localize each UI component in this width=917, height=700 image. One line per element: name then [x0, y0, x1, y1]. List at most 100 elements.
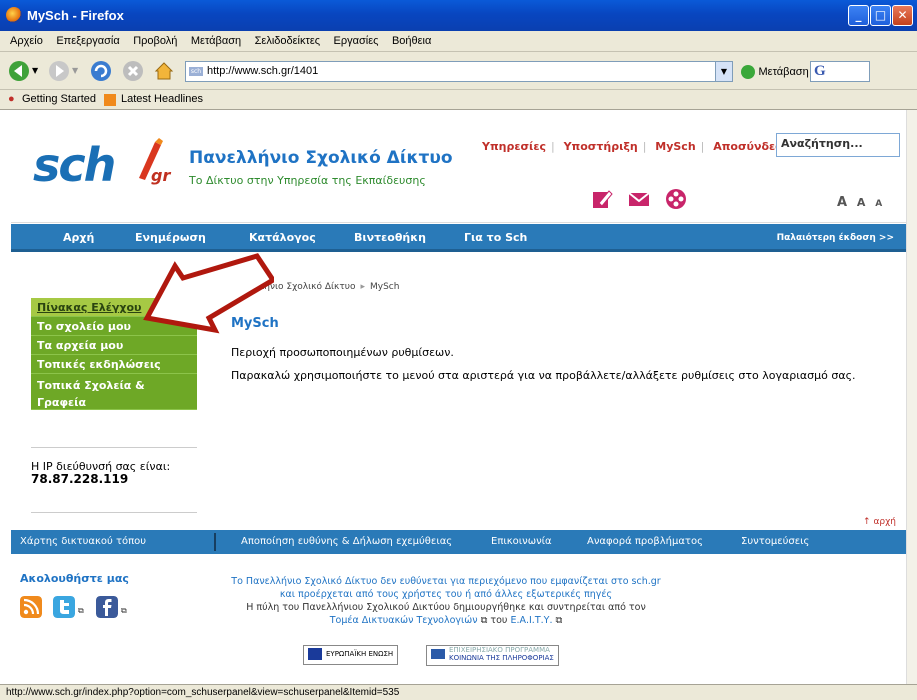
sidebar-item-my-files[interactable]: Τα αρχεία μου: [31, 336, 197, 355]
footer-disclaimer[interactable]: Αποποίηση ευθύνης & Δήλωση εχεμύθειας: [241, 536, 452, 547]
header-links: Υπηρεσίες | Υποστήριξη | MySch | Αποσύνδεση: [482, 140, 792, 153]
firefox-icon: [6, 7, 22, 23]
go-label: Μετάβαση: [758, 66, 809, 78]
footer-disclaimer-text: Το Πανελλήνιο Σχολικό Δίκτυο δεν ευθύνετ…: [196, 575, 696, 627]
external-link-icon-2: ⧉: [121, 606, 127, 615]
content-description: Περιοχή προσωποποιημένων ρυθμίσεων.: [231, 346, 454, 359]
program-logo-label: ΕΠΙΧΕΙΡΗΣΙΑΚΟ ΠΡΟΓΡΑΜΜΑ ΚΟΙΝΩΝΙΑ ΤΗΣ ΠΛΗΡ…: [449, 646, 554, 662]
sidebar-item-local-events[interactable]: Τοπικές εκδηλώσεις: [31, 355, 197, 374]
bookmark-icon: ●: [8, 93, 15, 105]
footer-report-problem[interactable]: Αναφορά προβλήματος: [587, 536, 703, 547]
forward-icon[interactable]: [48, 60, 70, 82]
footer-contact[interactable]: Επικοινωνία: [491, 536, 552, 547]
content-instructions: Παρακαλώ χρησιμοποιήστε το μενού στα αρι…: [231, 369, 856, 382]
link-mysch[interactable]: MySch: [655, 140, 695, 153]
menu-file[interactable]: Αρχείο: [10, 35, 43, 47]
edit-icon[interactable]: [591, 188, 613, 210]
program-logo-label-2: ΚΟΙΝΩΝΙΑ ΤΗΣ ΠΛΗΡΟΦΟΡΙΑΣ: [449, 654, 554, 662]
external-link-icon-3: ⧉: [480, 615, 488, 626]
window-titlebar: MySch - Firefox _ □ ✕: [0, 0, 917, 31]
menu-go[interactable]: Μετάβαση: [191, 35, 241, 47]
old-version-link[interactable]: Παλαιότερη έκδοση >>: [777, 233, 894, 243]
footer-separator: [214, 533, 216, 551]
nav-catalog[interactable]: Κατάλογος: [249, 231, 316, 244]
address-bar[interactable]: sch http://www.sch.gr/1401 ▼: [185, 61, 733, 82]
eaity-link[interactable]: Ε.Α.Ι.Τ.Υ.: [510, 615, 552, 626]
stop-icon[interactable]: [122, 60, 144, 82]
status-bar: http://www.sch.gr/index.php?option=com_s…: [0, 684, 917, 700]
bookmark-getting-started[interactable]: Getting Started: [22, 93, 96, 105]
address-dropdown-icon[interactable]: ▼: [715, 62, 732, 81]
program-flag-icon: [431, 649, 445, 659]
menu-bookmarks[interactable]: Σελιδοδείκτες: [255, 35, 320, 47]
footer-navigation: Χάρτης δικτυακού τόπου Αποποίηση ευθύνης…: [11, 530, 906, 554]
vertical-scrollbar[interactable]: [906, 110, 917, 684]
site-header: sch gr Πανελλήνιο Σχολικό Δίκτυο Το Δίκτ…: [11, 120, 906, 223]
disclaimer-of: του: [490, 615, 508, 626]
footer-shortcuts[interactable]: Συντομεύσεις: [741, 536, 809, 547]
go-button[interactable]: Μετάβαση: [741, 65, 809, 79]
font-increase-button[interactable]: A: [837, 195, 847, 210]
disclaimer-line-3: Η πύλη του Πανελλήνιου Σχολικού Δικτύου …: [246, 602, 646, 613]
minimize-button[interactable]: _: [848, 5, 869, 26]
disclaimer-line-1: Το Πανελλήνιο Σχολικό Δίκτυο δεν ευθύνετ…: [231, 576, 661, 587]
search-engine-box[interactable]: G: [810, 61, 870, 82]
disclaimer-line-4: Τομέα Δικτυακών Τεχνολογιών ⧉ του Ε.Α.Ι.…: [196, 614, 696, 627]
external-link-icon: ⧉: [78, 606, 84, 615]
close-button[interactable]: ✕: [892, 5, 913, 26]
address-url[interactable]: http://www.sch.gr/1401: [207, 65, 318, 77]
rss-feed-icon[interactable]: [20, 596, 42, 618]
mail-icon[interactable]: [628, 188, 650, 210]
maximize-button[interactable]: □: [870, 5, 891, 26]
video-reel-icon[interactable]: [665, 188, 687, 210]
home-icon[interactable]: [153, 60, 175, 82]
bookmarks-toolbar: ● Getting Started Latest Headlines: [0, 90, 917, 110]
nav-news[interactable]: Ενημέρωση: [135, 231, 206, 244]
disclaimer-line-2: και προέρχεται από τους χρήστες του ή απ…: [279, 589, 613, 600]
site-subtitle: Το Δίκτυο στην Υπηρεσία της Εκπαίδευσης: [189, 174, 426, 187]
nav-videos[interactable]: Βιντεοθήκη: [354, 231, 426, 244]
menu-tools[interactable]: Εργασίες: [334, 35, 379, 47]
follow-us-heading: Ακολουθήστε μας: [20, 572, 129, 585]
sch-logo[interactable]: sch: [33, 138, 116, 192]
eu-flag-icon: [308, 648, 322, 660]
facebook-icon[interactable]: [96, 596, 118, 618]
sidebar-divider-bottom: [31, 512, 197, 513]
menu-bar: Αρχείο Επεξεργασία Προβολή Μετάβαση Σελι…: [0, 31, 917, 52]
back-dropdown-icon[interactable]: ▼: [32, 66, 38, 75]
ip-value: 78.87.228.119: [31, 472, 129, 486]
nav-home[interactable]: Αρχή: [63, 231, 94, 244]
back-icon[interactable]: [8, 60, 30, 82]
external-link-icon-4: ⧉: [555, 615, 563, 626]
browser-viewport: sch gr Πανελλήνιο Σχολικό Δίκτυο Το Δίκτ…: [0, 110, 917, 684]
eu-logo-label: ΕΥΡΩΠΑΪΚΗ ΕΝΩΣΗ: [326, 650, 394, 658]
link-services[interactable]: Υπηρεσίες: [482, 140, 546, 153]
menu-edit[interactable]: Επεξεργασία: [56, 35, 119, 47]
site-search-input[interactable]: Αναζήτηση...: [776, 133, 900, 157]
font-size-controls: A A A: [837, 195, 888, 210]
window-title: MySch - Firefox: [27, 8, 124, 23]
menu-view[interactable]: Προβολή: [133, 35, 177, 47]
footer-sitemap[interactable]: Χάρτης δικτυακού τόπου: [20, 536, 146, 547]
bookmark-latest-headlines[interactable]: Latest Headlines: [121, 93, 203, 105]
status-text: http://www.sch.gr/index.php?option=com_s…: [6, 687, 400, 698]
eu-logo[interactable]: ΕΥΡΩΠΑΪΚΗ ΕΝΩΣΗ: [303, 645, 399, 665]
back-to-top-link[interactable]: ↑ αρχή: [863, 517, 896, 527]
twitter-icon[interactable]: [53, 596, 75, 618]
nav-about[interactable]: Για το Sch: [464, 231, 527, 244]
program-logo-label-1: ΕΠΙΧΕΙΡΗΣΙΑΚΟ ΠΡΟΓΡΑΜΜΑ: [449, 646, 550, 654]
sidebar-item-local-schools[interactable]: Τοπικά Σχολεία & Γραφεία: [31, 374, 197, 410]
forward-dropdown-icon[interactable]: ▼: [72, 66, 78, 75]
menu-help[interactable]: Βοήθεια: [392, 35, 431, 47]
font-decrease-button[interactable]: A: [875, 199, 882, 209]
breadcrumb-current: MySch: [370, 282, 400, 292]
rss-icon: [104, 94, 116, 106]
go-icon: [741, 65, 755, 79]
web-page: sch gr Πανελλήνιο Σχολικό Δίκτυο Το Δίκτ…: [11, 120, 906, 684]
reload-icon[interactable]: [90, 60, 112, 82]
site-title: Πανελλήνιο Σχολικό Δίκτυο: [189, 148, 453, 168]
font-normal-button[interactable]: A: [857, 196, 866, 209]
network-tech-link[interactable]: Τομέα Δικτυακών Τεχνολογιών: [330, 615, 478, 626]
link-support[interactable]: Υποστήριξη: [564, 140, 638, 153]
information-society-logo[interactable]: ΕΠΙΧΕΙΡΗΣΙΑΚΟ ΠΡΟΓΡΑΜΜΑ ΚΟΙΝΩΝΙΑ ΤΗΣ ΠΛΗΡ…: [426, 645, 559, 666]
